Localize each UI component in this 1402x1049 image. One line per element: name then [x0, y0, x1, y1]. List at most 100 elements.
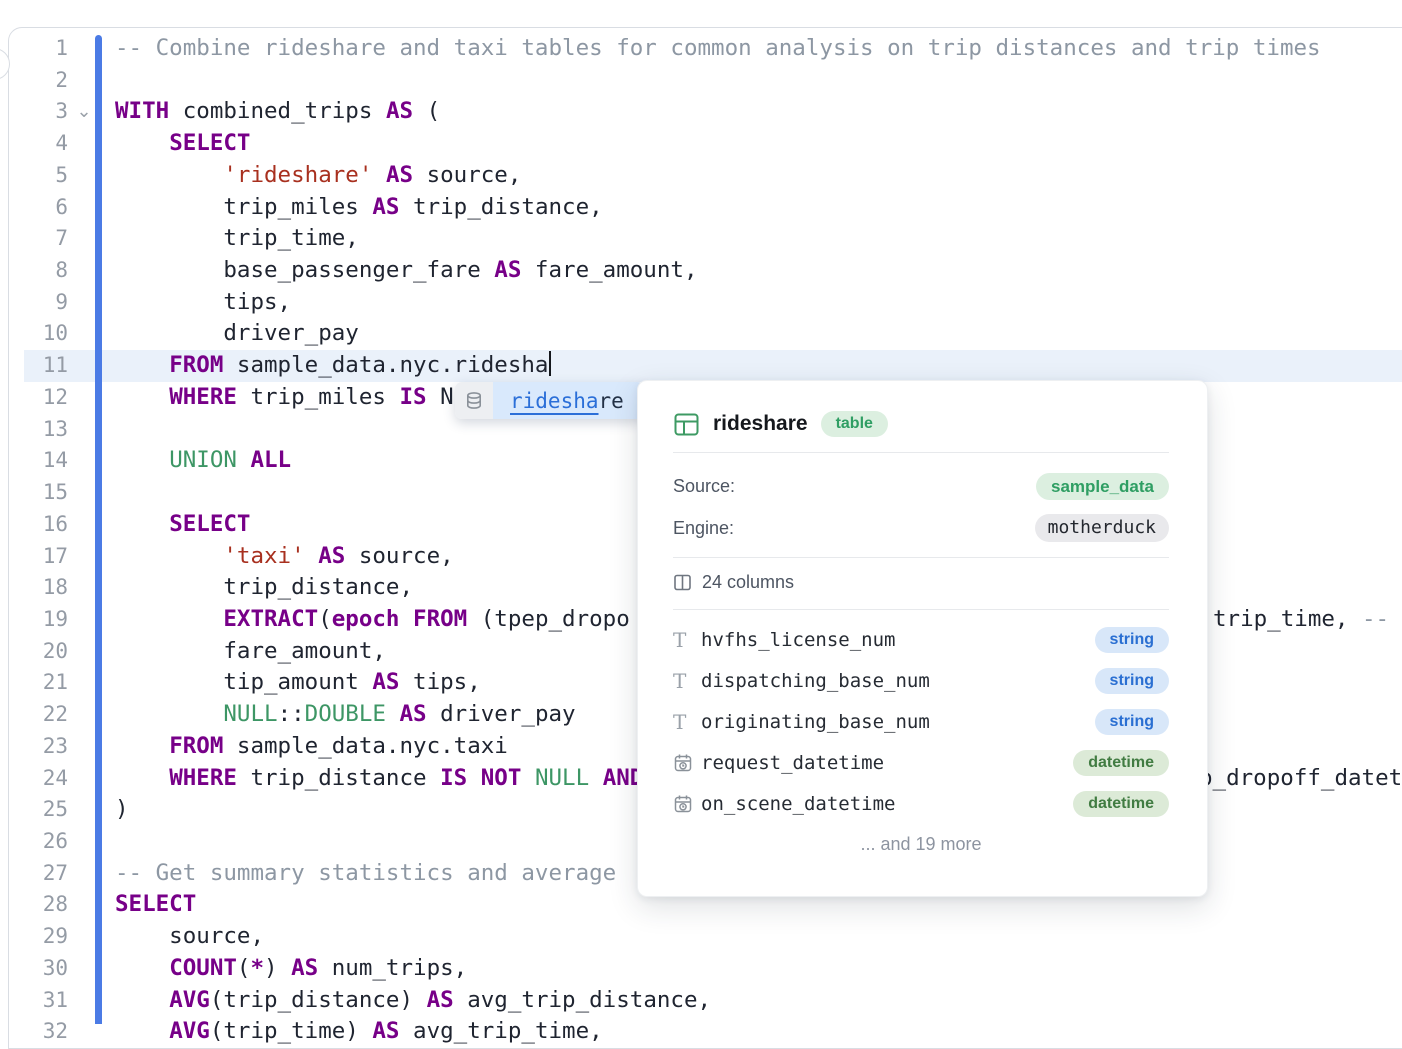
- autocomplete-dropdown[interactable]: rideshare: [455, 382, 644, 419]
- line-number: 3: [0, 96, 68, 128]
- code-token: WHERE: [169, 384, 237, 410]
- divider: [673, 452, 1169, 453]
- column-name: originating_base_num: [701, 711, 1095, 733]
- code-line-1[interactable]: -- Combine rideshare and taxi tables for…: [115, 33, 1402, 65]
- code-token: ALL: [250, 447, 291, 473]
- code-line-31[interactable]: AVG(trip_distance) AS avg_trip_distance,: [115, 985, 1402, 1017]
- code-line-7[interactable]: trip_time,: [115, 223, 1402, 255]
- code-token: [115, 701, 223, 727]
- code-token: trip_distance: [237, 765, 440, 791]
- line-number: 17: [0, 541, 68, 573]
- code-token: UNION: [169, 447, 237, 473]
- code-token: [115, 606, 223, 632]
- code-token: [372, 162, 386, 188]
- calendar-clock-icon: [673, 753, 701, 773]
- code-token: fare_amount,: [115, 638, 386, 664]
- column-row: Thvfhs_license_numstring: [673, 623, 1169, 656]
- line-number: 1: [0, 33, 68, 65]
- cell-accent-bar: [95, 35, 102, 1024]
- code-token: ): [264, 955, 291, 981]
- line-number: 27: [0, 858, 68, 890]
- code-token: [399, 606, 413, 632]
- source-row: Source: sample_data: [673, 469, 1169, 503]
- line-number: 32: [0, 1016, 68, 1048]
- column-row: on_scene_datetimedatetime: [673, 787, 1169, 820]
- popup-table-title: rideshare: [713, 412, 808, 436]
- line-number-gutter: 1234567891011121314151617181920212223242…: [0, 33, 68, 1048]
- column-name: dispatching_base_num: [701, 670, 1095, 692]
- engine-badge: motherduck: [1035, 514, 1169, 542]
- code-token: [589, 765, 603, 791]
- code-token: sample_data.nyc.ridesha: [223, 352, 548, 378]
- column-list: Thvfhs_license_numstring Tdispatching_bas…: [673, 623, 1169, 820]
- code-line-10[interactable]: driver_pay: [115, 318, 1402, 350]
- code-token: [115, 162, 223, 188]
- columns-count-label: 24 columns: [702, 572, 794, 593]
- engine-row: Engine: motherduck: [673, 511, 1169, 545]
- code-token: [305, 543, 319, 569]
- line-number: 25: [0, 794, 68, 826]
- code-line-2[interactable]: [115, 65, 1402, 97]
- code-line-6[interactable]: trip_miles AS trip_distance,: [115, 192, 1402, 224]
- code-token: AS: [494, 257, 521, 283]
- code-token: 'taxi': [223, 543, 304, 569]
- line-number: 24: [0, 763, 68, 795]
- code-token: AS: [291, 955, 318, 981]
- code-token: AS: [427, 987, 454, 1013]
- code-line-29[interactable]: source,: [115, 921, 1402, 953]
- code-token: [115, 733, 169, 759]
- code-token: source,: [345, 543, 453, 569]
- line-number: 6: [0, 192, 68, 224]
- code-token: WITH: [115, 98, 169, 124]
- code-line-8[interactable]: base_passenger_fare AS fare_amount,: [115, 255, 1402, 287]
- text-type-icon: T: [673, 710, 701, 734]
- code-token: trip_distance,: [115, 574, 413, 600]
- code-token: --: [1362, 604, 1389, 636]
- code-line-32[interactable]: AVG(trip_time) AS avg_trip_time,: [115, 1016, 1402, 1048]
- code-token: AS: [318, 543, 345, 569]
- code-line-5[interactable]: 'rideshare' AS source,: [115, 160, 1402, 192]
- code-token: *: [250, 955, 264, 981]
- code-line-9[interactable]: tips,: [115, 287, 1402, 319]
- code-token: AS: [372, 194, 399, 220]
- line-number: 16: [0, 509, 68, 541]
- column-name: on_scene_datetime: [701, 793, 1073, 815]
- code-line-4[interactable]: SELECT: [115, 128, 1402, 160]
- code-token: 'rideshare': [223, 162, 372, 188]
- code-token: epoch: [332, 606, 400, 632]
- code-token: combined_trips: [169, 98, 386, 124]
- code-token: tips,: [399, 669, 480, 695]
- autocomplete-item-rideshare[interactable]: rideshare: [493, 382, 644, 419]
- code-token: (trip_distance): [210, 987, 427, 1013]
- code-token: [115, 384, 169, 410]
- code-line-30[interactable]: COUNT(*) AS num_trips,: [115, 953, 1402, 985]
- code-token: avg_trip_time,: [399, 1018, 602, 1044]
- code-token: tip_amount: [115, 669, 372, 695]
- code-token: SELECT: [169, 130, 250, 156]
- code-token: IS: [399, 384, 426, 410]
- code-token: AS: [399, 701, 426, 727]
- code-token: [115, 955, 169, 981]
- code-token: AS: [386, 162, 413, 188]
- column-row: Tdispatching_base_numstring: [673, 664, 1169, 697]
- code-token: AS: [386, 98, 413, 124]
- chevron-down-icon[interactable]: ⌄: [74, 97, 94, 129]
- line-number: 13: [0, 414, 68, 446]
- line-number: 29: [0, 921, 68, 953]
- code-token: (trip_time): [210, 1018, 373, 1044]
- code-line-3[interactable]: WITH combined_trips AS (: [115, 96, 1402, 128]
- code-line-11[interactable]: FROM sample_data.nyc.ridesha: [115, 350, 1402, 382]
- line-number: 22: [0, 699, 68, 731]
- source-label: Source:: [673, 476, 735, 497]
- code-token: driver_pay: [115, 320, 359, 346]
- code-token: base_passenger_fare: [115, 257, 494, 283]
- code-token: AVG: [169, 1018, 210, 1044]
- column-type-badge: string: [1095, 627, 1169, 653]
- code-token: DOUBLE: [305, 701, 386, 727]
- code-token: [115, 1018, 169, 1044]
- code-token: -- Get summary statistics and average: [115, 860, 630, 886]
- line-number: 26: [0, 826, 68, 858]
- popup-header: rideshare table: [673, 407, 1169, 441]
- code-token: NULL: [223, 701, 277, 727]
- code-token: SELECT: [115, 891, 196, 917]
